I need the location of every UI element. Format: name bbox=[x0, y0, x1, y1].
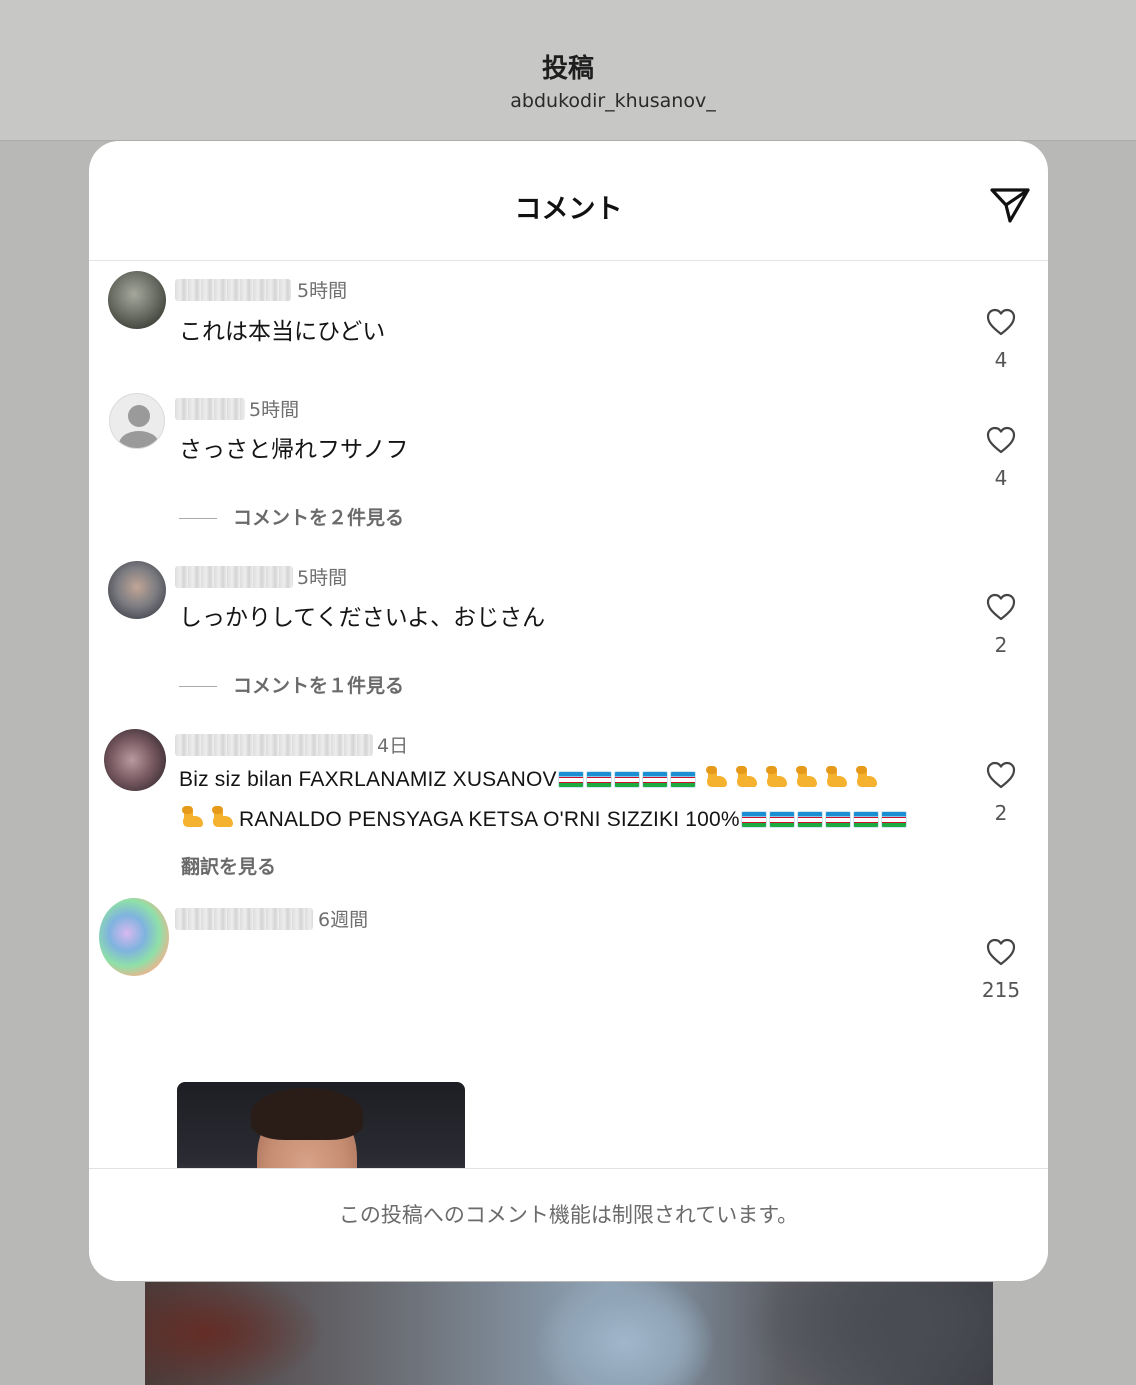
like-button[interactable]: 4 bbox=[969, 308, 1033, 372]
post-header: 投稿 abdukodir_khusanov_ bbox=[0, 0, 1136, 141]
comment-text: しっかりしてくださいよ、おじさん bbox=[179, 605, 546, 631]
divider-line bbox=[179, 686, 217, 687]
comment-text-line-1: Biz siz bilan FAXRLANAMIZ XUSANOV bbox=[179, 766, 883, 792]
comment-text-line-2: RANALDO PENSYAGA KETSA O'RNI SIZZIKI 100… bbox=[179, 806, 908, 832]
view-replies-label: コメントを２件見る bbox=[233, 507, 405, 529]
post-username[interactable]: abdukodir_khusanov_ bbox=[0, 90, 1136, 112]
like-button[interactable]: 2 bbox=[969, 761, 1033, 825]
uzbekistan-flag-emoji bbox=[557, 768, 697, 791]
comment-time: 5時間 bbox=[297, 280, 348, 302]
username-blurred[interactable] bbox=[175, 566, 293, 588]
comment-item: 5時間 しっかりしてくださいよ、おじさん 2 コメントを１件見る bbox=[89, 558, 1048, 708]
comment-time: 4日 bbox=[377, 735, 409, 757]
avatar[interactable] bbox=[104, 729, 166, 791]
heart-icon bbox=[986, 761, 1016, 789]
comments-sheet: コメント 5時間 これは本当にひどい 4 5時間 さっさと帰れフサノフ 4 コメ… bbox=[89, 141, 1048, 1281]
comment-item: 5時間 これは本当にひどい 4 bbox=[89, 262, 1048, 382]
avatar[interactable] bbox=[99, 898, 169, 976]
heart-icon bbox=[986, 426, 1016, 454]
comment-text: RANALDO PENSYAGA KETSA O'RNI SIZZIKI 100… bbox=[239, 808, 740, 831]
heart-icon bbox=[986, 308, 1016, 336]
like-count: 4 bbox=[994, 348, 1008, 372]
comments-list[interactable]: 5時間 これは本当にひどい 4 5時間 さっさと帰れフサノフ 4 コメントを２件… bbox=[89, 262, 1048, 1168]
see-translation-button[interactable]: 翻訳を見る bbox=[181, 852, 276, 879]
comment-photo-attachment[interactable] bbox=[177, 1082, 465, 1168]
heart-icon bbox=[986, 938, 1016, 966]
username-blurred[interactable] bbox=[175, 279, 291, 301]
comment-text: Biz siz bilan FAXRLANAMIZ XUSANOV bbox=[179, 768, 557, 791]
comment-text: これは本当にひどい bbox=[179, 319, 386, 345]
view-replies-button[interactable]: コメントを２件見る bbox=[179, 503, 404, 530]
post-photo bbox=[145, 1282, 993, 1385]
username-blurred[interactable] bbox=[175, 734, 373, 756]
uzbekistan-flag-emoji bbox=[740, 808, 908, 831]
view-replies-label: コメントを１件見る bbox=[233, 675, 405, 697]
send-icon[interactable] bbox=[988, 183, 1032, 227]
post-title: 投稿 bbox=[541, 54, 594, 84]
comment-time: 5時間 bbox=[249, 399, 300, 421]
default-avatar-icon[interactable] bbox=[109, 393, 165, 449]
like-count: 4 bbox=[994, 466, 1008, 490]
flexed-biceps-emoji bbox=[703, 766, 883, 791]
username-blurred[interactable] bbox=[175, 398, 245, 420]
view-replies-button[interactable]: コメントを１件見る bbox=[179, 671, 404, 698]
comment-time: 6週間 bbox=[318, 909, 369, 931]
divider-line bbox=[179, 518, 217, 519]
heart-icon bbox=[986, 593, 1016, 621]
avatar[interactable] bbox=[108, 561, 166, 619]
like-button[interactable]: 4 bbox=[969, 426, 1033, 490]
comment-time: 5時間 bbox=[297, 567, 348, 589]
like-count: 215 bbox=[981, 978, 1021, 1002]
comments-title: コメント bbox=[514, 194, 623, 225]
comment-text: さっさと帰れフサノフ bbox=[179, 437, 409, 463]
like-button[interactable]: 2 bbox=[969, 593, 1033, 657]
like-count: 2 bbox=[994, 801, 1008, 825]
flexed-biceps-emoji bbox=[179, 806, 239, 831]
comment-item: 4日 Biz siz bilan FAXRLANAMIZ XUSANOV RAN… bbox=[89, 726, 1048, 886]
like-count: 2 bbox=[994, 633, 1008, 657]
like-button[interactable]: 215 bbox=[969, 938, 1033, 1002]
avatar[interactable] bbox=[108, 271, 166, 329]
comment-item: 5時間 さっさと帰れフサノフ 4 コメントを２件見る bbox=[89, 390, 1048, 540]
username-blurred[interactable] bbox=[175, 908, 313, 930]
comments-restricted-footer: この投稿へのコメント機能は制限されています。 bbox=[89, 1168, 1048, 1281]
comments-header: コメント bbox=[89, 141, 1048, 261]
comments-restricted-notice: この投稿へのコメント機能は制限されています。 bbox=[338, 1203, 799, 1227]
